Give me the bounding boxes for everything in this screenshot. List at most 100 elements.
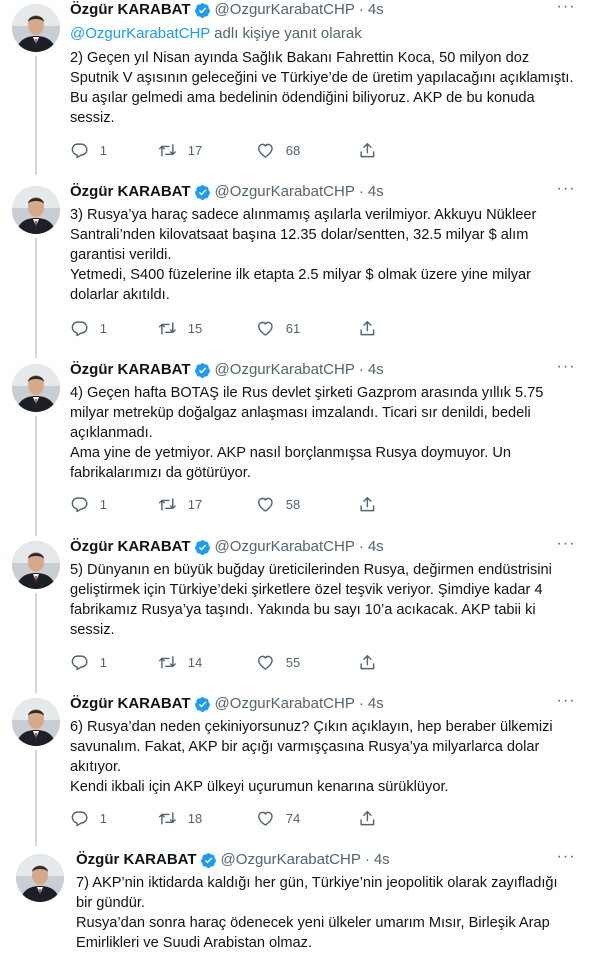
share-icon [358, 809, 377, 828]
tweet-actions: 1 15 61 [70, 318, 390, 338]
reply-button[interactable]: 1 [70, 140, 107, 160]
author-handle[interactable]: @OzgurKarabatCHP [215, 537, 355, 557]
retweet-button[interactable]: 17 [158, 140, 202, 160]
like-button[interactable]: 58 [256, 494, 300, 514]
like-button[interactable]: 68 [256, 140, 300, 160]
reply-button[interactable]: 1 [70, 318, 107, 338]
avatar[interactable] [12, 541, 60, 589]
reply-icon [70, 653, 89, 672]
tweet-text: 3) Rusya’ya haraç sadece alınmamış aşıla… [70, 205, 576, 305]
tweet-header: Özgür KARABAT @OzgurKarabatCHP · 4s [70, 182, 576, 202]
avatar[interactable] [12, 186, 60, 234]
retweet-button[interactable]: 14 [158, 652, 202, 672]
separator-dot: · [358, 538, 364, 555]
tweet-text: 4) Geçen hafta BOTAŞ ile Rus devlet şirk… [70, 383, 576, 483]
tweet-paragraph: 6) Rusya’dan neden çekiniyorsunuz? Çıkın… [70, 719, 553, 775]
author-name[interactable]: Özgür KARABAT [70, 694, 191, 714]
more-options-icon[interactable]: ··· [556, 849, 576, 870]
tweet-actions: 1 14 55 [70, 652, 390, 672]
reply-button[interactable]: 1 [70, 494, 107, 514]
retweet-button[interactable]: 17 [158, 494, 202, 514]
retweet-button[interactable]: 18 [158, 808, 202, 828]
like-count: 55 [285, 654, 301, 670]
retweet-count: 17 [187, 142, 203, 158]
avatar[interactable] [16, 854, 64, 902]
tweet[interactable]: Özgür KARABAT @OzgurKarabatCHP · 4s ··· … [0, 359, 590, 536]
retweet-button[interactable]: 15 [158, 318, 202, 338]
tweet-paragraph: 4) Geçen hafta BOTAŞ ile Rus devlet şirk… [70, 385, 544, 441]
author-name[interactable]: Özgür KARABAT [70, 360, 191, 380]
like-count: 68 [285, 142, 301, 158]
share-button[interactable] [358, 494, 388, 514]
share-button[interactable] [358, 140, 388, 160]
separator-dot: · [358, 1, 364, 18]
author-name[interactable]: Özgür KARABAT [70, 182, 191, 202]
like-count: 61 [285, 320, 301, 336]
thread-line [35, 416, 37, 536]
reply-context-text: adlı kişiye yanıt olarak [210, 25, 362, 42]
like-button[interactable]: 74 [256, 808, 300, 828]
heart-icon [256, 319, 275, 338]
reply-count: 1 [99, 810, 107, 826]
tweet-paragraph: 7) AKP’nin iktidarda kaldığı her gün, Tü… [76, 875, 558, 911]
share-button[interactable] [358, 808, 388, 828]
tweet-header: Özgür KARABAT @OzgurKarabatCHP · 4s [76, 850, 576, 870]
share-icon [358, 495, 377, 514]
reply-icon [70, 809, 89, 828]
more-options-icon[interactable]: ··· [556, 181, 576, 202]
reply-count: 1 [99, 142, 107, 158]
avatar[interactable] [12, 4, 60, 52]
tweet[interactable]: Özgür KARABAT @OzgurKarabatCHP · 4s ··· … [0, 181, 590, 358]
tweet-actions: 1 18 74 [70, 808, 390, 828]
author-handle[interactable]: @OzgurKarabatCHP [215, 694, 355, 714]
more-options-icon[interactable]: ··· [556, 536, 576, 557]
timestamp[interactable]: 4s [368, 360, 384, 380]
share-icon [358, 653, 377, 672]
tweet-paragraph: 3) Rusya’ya haraç sadece alınmamış aşıla… [70, 207, 537, 263]
tweet-header: Özgür KARABAT @OzgurKarabatCHP · 4s [70, 360, 576, 380]
share-button[interactable] [358, 652, 388, 672]
author-handle[interactable]: @OzgurKarabatCHP [215, 182, 355, 202]
thread-line [35, 593, 37, 693]
more-options-icon[interactable]: ··· [556, 693, 576, 714]
share-button[interactable] [358, 318, 388, 338]
author-name[interactable]: Özgür KARABAT [76, 850, 197, 870]
timestamp[interactable]: 4s [368, 694, 384, 714]
tweet[interactable]: Özgür KARABAT @OzgurKarabatCHP · 4s ··· … [0, 849, 590, 962]
more-options-icon[interactable]: ··· [556, 0, 576, 20]
like-count: 58 [285, 496, 301, 512]
timestamp[interactable]: 4s [368, 182, 384, 202]
thread-line [35, 238, 37, 358]
retweet-icon [158, 653, 177, 672]
reply-mention-link[interactable]: @OzgurKarabatCHP [70, 25, 210, 42]
author-name[interactable]: Özgür KARABAT [70, 537, 191, 557]
author-handle[interactable]: @OzgurKarabatCHP [215, 360, 355, 380]
author-handle[interactable]: @OzgurKarabatCHP [221, 850, 361, 870]
tweet[interactable]: Özgür KARABAT @OzgurKarabatCHP · 4s ··· … [0, 0, 590, 175]
separator-dot: · [364, 851, 370, 868]
more-options-icon[interactable]: ··· [556, 359, 576, 380]
verified-badge-icon [200, 852, 217, 869]
like-button[interactable]: 61 [256, 318, 300, 338]
tweet-text: 6) Rusya’dan neden çekiniyorsunuz? Çıkın… [70, 717, 576, 797]
timestamp[interactable]: 4s [368, 0, 384, 20]
timestamp[interactable]: 4s [368, 537, 384, 557]
retweet-icon [158, 141, 177, 160]
author-name[interactable]: Özgür KARABAT [70, 0, 191, 20]
heart-icon [256, 495, 275, 514]
verified-badge-icon [194, 696, 211, 713]
avatar[interactable] [12, 698, 60, 746]
reply-button[interactable]: 1 [70, 652, 107, 672]
timestamp[interactable]: 4s [374, 850, 390, 870]
tweet[interactable]: Özgür KARABAT @OzgurKarabatCHP · 4s ··· … [0, 536, 590, 693]
author-handle[interactable]: @OzgurKarabatCHP [215, 0, 355, 20]
tweet-actions: 1 17 58 [70, 494, 390, 514]
like-button[interactable]: 55 [256, 652, 300, 672]
tweet[interactable]: Özgür KARABAT @OzgurKarabatCHP · 4s ··· … [0, 693, 590, 846]
verified-badge-icon [194, 2, 211, 19]
avatar[interactable] [12, 364, 60, 412]
retweet-count: 14 [187, 654, 203, 670]
tweet-paragraph: Kendi ikbali için AKP ülkeyi uçurumun ke… [70, 779, 449, 795]
reply-count: 1 [99, 496, 107, 512]
reply-button[interactable]: 1 [70, 808, 107, 828]
